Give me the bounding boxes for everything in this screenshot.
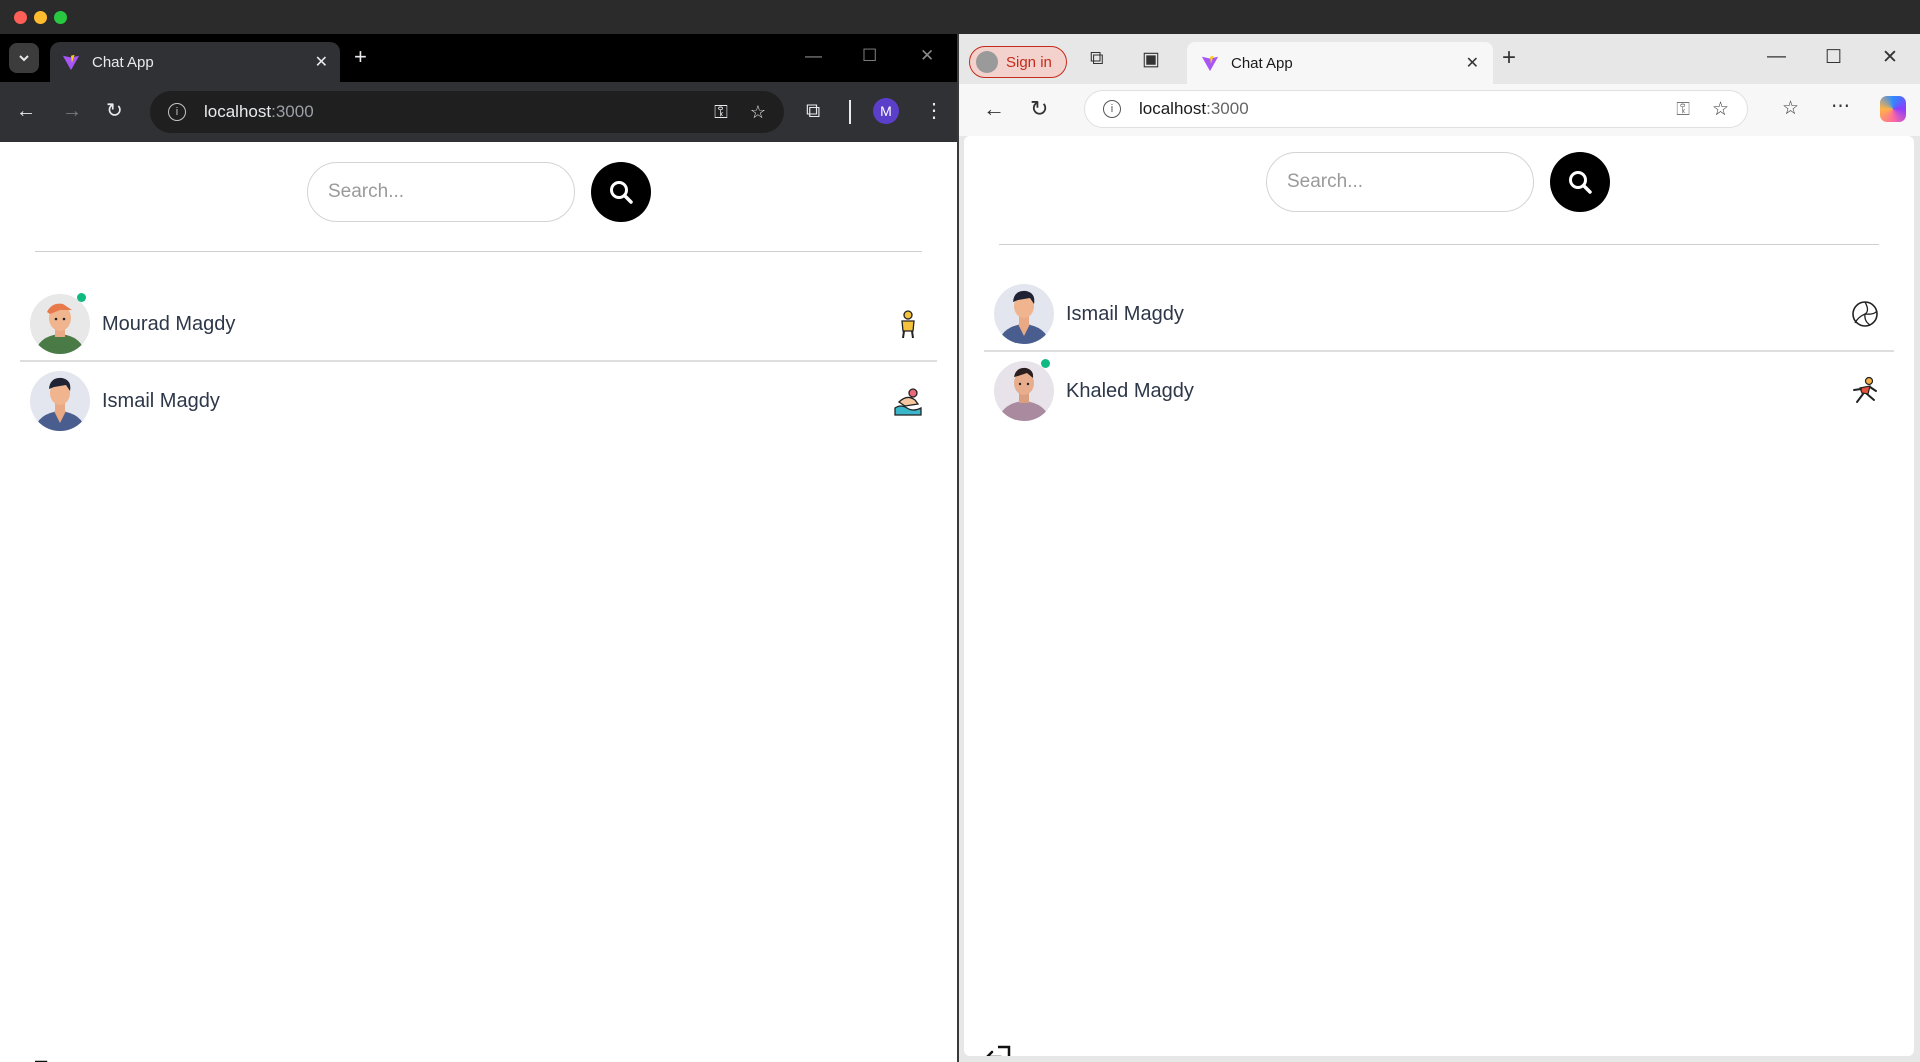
- extensions-icon[interactable]: ⧉: [806, 100, 820, 122]
- back-icon[interactable]: ←: [983, 96, 1005, 122]
- avatar: [30, 294, 90, 354]
- user-list-item[interactable]: Mourad Magdy: [20, 288, 937, 362]
- forward-icon[interactable]: →: [62, 100, 82, 122]
- close-tab-icon[interactable]: ✕: [1466, 53, 1479, 73]
- edge-tab-strip: Sign in ⧉ ▣ Chat App ✕ + — ☐ ✕: [959, 34, 1920, 84]
- more-menu-icon[interactable]: ⋮: [924, 100, 944, 122]
- search-button[interactable]: [1550, 152, 1610, 212]
- user-name: Ismail Magdy: [102, 389, 220, 412]
- toolbar-divider: [849, 100, 851, 124]
- url-port: :3000: [271, 102, 314, 121]
- avatar: [994, 361, 1054, 421]
- chevron-down-icon: [19, 55, 29, 62]
- back-icon[interactable]: ←: [16, 100, 36, 122]
- mac-titlebar: [0, 0, 1920, 34]
- vite-logo-icon: [1201, 55, 1219, 72]
- person-running-icon: [1853, 376, 1877, 403]
- address-bar[interactable]: i localhost:3000 ⚿ ☆: [150, 91, 784, 133]
- profile-icon: [976, 51, 998, 73]
- site-info-icon[interactable]: i: [1103, 100, 1121, 118]
- user-list-item[interactable]: Ismail Magdy: [984, 278, 1894, 352]
- close-tab-icon[interactable]: ✕: [315, 52, 328, 72]
- sign-in-button[interactable]: Sign in: [969, 46, 1067, 78]
- user-name: Ismail Magdy: [1066, 302, 1184, 325]
- volleyball-icon: [1852, 301, 1878, 327]
- avatar-illustration: [998, 290, 1050, 344]
- avatar-illustration: [998, 367, 1050, 421]
- password-key-icon[interactable]: ⚿: [1676, 99, 1690, 120]
- user-name: Mourad Magdy: [102, 312, 236, 335]
- close-icon[interactable]: ✕: [920, 46, 934, 66]
- maximize-icon[interactable]: ☐: [862, 46, 877, 66]
- minimize-window-button[interactable]: [34, 11, 47, 24]
- logout-icon[interactable]: [984, 1044, 1012, 1056]
- divider: [999, 244, 1879, 245]
- avatar: [30, 371, 90, 431]
- chrome-toolbar: ← → ↻ i localhost:3000 ⚿ ☆ ⧉ M ⋮: [0, 82, 957, 142]
- copilot-icon[interactable]: [1880, 96, 1906, 122]
- user-name: Khaled Magdy: [1066, 379, 1194, 402]
- profile-avatar[interactable]: M: [873, 98, 899, 124]
- search-icon: [610, 181, 633, 204]
- favorites-icon[interactable]: ☆: [1782, 97, 1799, 120]
- reload-icon[interactable]: ↻: [106, 100, 123, 122]
- user-list-item[interactable]: Khaled Magdy: [984, 354, 1894, 428]
- vertical-tabs-icon[interactable]: ▣: [1142, 48, 1160, 71]
- url-port: :3000: [1206, 99, 1249, 118]
- tab-chat-app[interactable]: Chat App ✕: [50, 42, 340, 82]
- url-host: localhost: [204, 102, 272, 121]
- url-host: localhost: [1139, 99, 1207, 118]
- search-bar: [1266, 152, 1610, 212]
- workspaces-icon[interactable]: ⧉: [1090, 48, 1104, 70]
- tab-search-dropdown-button[interactable]: [9, 43, 39, 73]
- user-list-item[interactable]: Ismail Magdy: [20, 364, 937, 438]
- edge-window: Sign in ⧉ ▣ Chat App ✕ + — ☐ ✕ ← ↻ i loc…: [959, 34, 1920, 1062]
- sign-in-label: Sign in: [1006, 53, 1052, 71]
- chat-app-page: Ismail Magdy Khaled Magdy: [964, 136, 1914, 1056]
- chat-app-page: Mourad Magdy Ismail Magdy: [0, 142, 957, 1062]
- search-input[interactable]: [1266, 152, 1534, 212]
- edge-toolbar: ← ↻ i localhost:3000 ⚿ ☆ ☆ ⋯: [959, 84, 1920, 136]
- more-menu-icon[interactable]: ⋯: [1831, 95, 1850, 118]
- minimize-icon[interactable]: —: [1767, 46, 1786, 68]
- search-bar: [307, 162, 651, 222]
- site-info-icon[interactable]: i: [168, 103, 186, 121]
- close-icon[interactable]: ✕: [1882, 46, 1898, 69]
- address-bar[interactable]: i localhost:3000 ⚿ ☆: [1084, 90, 1748, 128]
- maximize-icon[interactable]: ☐: [1825, 46, 1842, 69]
- person-standing-icon: [901, 310, 915, 339]
- minimize-icon[interactable]: —: [805, 46, 822, 66]
- avatar-illustration: [35, 303, 85, 354]
- vite-logo-icon: [62, 54, 80, 71]
- search-button[interactable]: [591, 162, 651, 222]
- search-input[interactable]: [307, 162, 575, 222]
- tab-title: Chat App: [92, 53, 154, 71]
- online-status-dot: [77, 293, 86, 302]
- bookmark-star-icon[interactable]: ☆: [750, 102, 766, 123]
- close-window-button[interactable]: [14, 11, 27, 24]
- bookmark-star-icon[interactable]: ☆: [1712, 98, 1729, 121]
- new-tab-button[interactable]: +: [354, 44, 367, 70]
- tab-title: Chat App: [1231, 54, 1293, 72]
- online-status-dot: [1041, 359, 1050, 368]
- new-tab-button[interactable]: +: [1502, 44, 1516, 72]
- chrome-window: Chat App ✕ + — ☐ ✕ ← → ↻ i localhost:300…: [0, 34, 957, 1062]
- tab-chat-app[interactable]: Chat App ✕: [1187, 42, 1493, 84]
- password-key-icon[interactable]: ⚿: [714, 102, 728, 123]
- avatar: [994, 284, 1054, 344]
- person-swimming-icon: [894, 388, 922, 416]
- zoom-window-button[interactable]: [54, 11, 67, 24]
- divider: [35, 251, 922, 252]
- avatar-illustration: [34, 377, 86, 431]
- reload-icon[interactable]: ↻: [1030, 96, 1048, 122]
- chrome-tab-strip: Chat App ✕ + — ☐ ✕: [0, 34, 957, 82]
- search-icon: [1569, 171, 1592, 194]
